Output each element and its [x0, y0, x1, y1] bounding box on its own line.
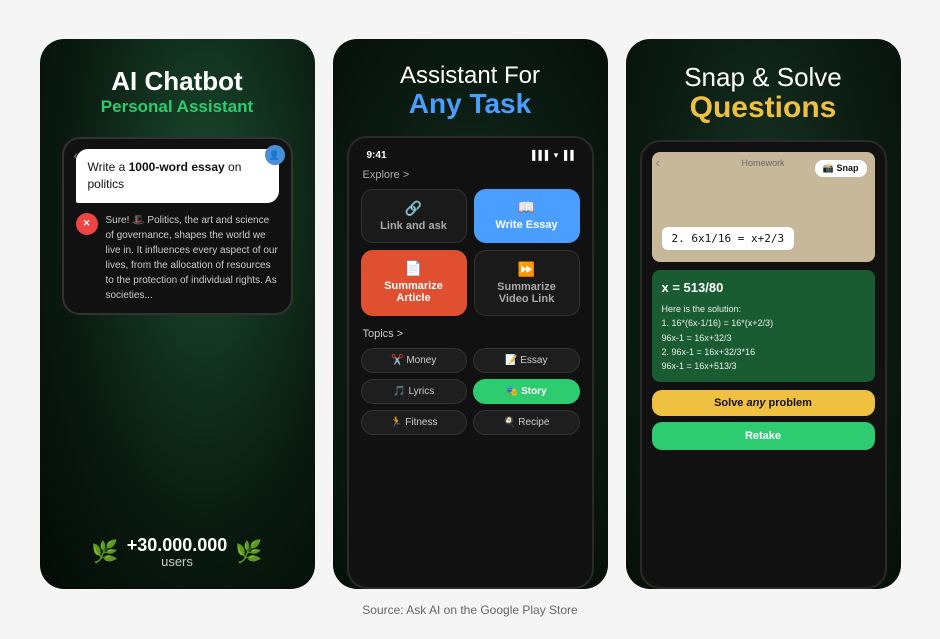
link-ask-label: Link and ask	[380, 220, 447, 232]
users-count: +30.000.000	[127, 535, 228, 556]
math-equation: 2. 6x1/16 = x+2/3	[662, 227, 795, 250]
chat-prompt-bubble: Write a 1000-word essay on politics 👤	[76, 149, 279, 203]
card3-title-line2: Questions	[646, 91, 881, 124]
solution-step-2: 96x-1 = 16x+32/3	[662, 331, 865, 345]
homework-image: 📸 Snap 2. 6x1/16 = x+2/3	[652, 152, 875, 262]
laurel-left-icon: 🌿	[91, 539, 118, 565]
phone-mockup-3: 📸 Snap 2. 6x1/16 = x+2/3 x = 513/80 Here…	[640, 140, 887, 588]
summarize-video-label: Summarize Video Link	[483, 281, 571, 305]
topic-money[interactable]: ✂️ Money	[361, 348, 468, 373]
ai-icon: ✕	[76, 213, 98, 235]
action-summarize-video[interactable]: ⏩ Summarize Video Link	[474, 250, 580, 316]
status-time: 9:41	[367, 150, 387, 161]
topics-row-1: ✂️ Money 📝 Essay	[361, 348, 580, 373]
solution-box: x = 513/80 Here is the solution: 1. 16*(…	[652, 270, 875, 382]
card3-header: Snap & Solve Questions	[626, 39, 901, 141]
card2-title-line2: Any Task	[353, 89, 588, 120]
write-essay-label: Write Essay	[495, 219, 557, 231]
retake-button[interactable]: Retake	[652, 422, 875, 450]
card-assistant-task: Assistant For Any Task 9:41 ▌▌▌ ▾ ▐▐ Exp…	[333, 39, 608, 589]
chat-write-word: Write a	[88, 160, 129, 174]
users-badge: 🌿 +30.000.000 users 🌿	[62, 535, 293, 569]
topic-story[interactable]: 🎭 Story	[473, 379, 580, 404]
card1-subtitle: Personal Assistant	[62, 97, 293, 117]
chat-response: ✕ Sure! 🎩 Politics, the art and science …	[76, 213, 279, 303]
link-icon: 🔗	[405, 200, 422, 217]
card3-title-line1: Snap & Solve	[646, 63, 881, 92]
quick-actions-grid: 🔗 Link and ask 📖 Write Essay 📄 Summarize…	[359, 189, 582, 316]
topics-row-2: 🎵 Lyrics 🎭 Story	[361, 379, 580, 404]
card1-header: AI Chatbot Personal Assistant	[62, 67, 293, 118]
topics-row-3: 🏃 Fitness 🍳 Recipe	[361, 410, 580, 435]
video-icon: ⏩	[518, 261, 535, 278]
phone-mockup-1: Write a 1000-word essay on politics 👤 ✕ …	[62, 137, 293, 315]
response-text: Sure! 🎩 Politics, the art and science of…	[106, 213, 279, 303]
screenshots-container: AI Chatbot Personal Assistant Write a 10…	[10, 19, 931, 597]
status-icons: ▌▌▌ ▾ ▐▐	[532, 150, 573, 161]
summarize-article-label: Summarize Article	[369, 280, 459, 304]
solve-problem-button[interactable]: Solve any problem	[652, 390, 875, 416]
status-bar: 9:41 ▌▌▌ ▾ ▐▐	[359, 148, 582, 163]
solution-step-3: 2. 96x-1 = 16x+32/3*16	[662, 345, 865, 359]
card-ai-chatbot: AI Chatbot Personal Assistant Write a 10…	[40, 39, 315, 589]
solution-step-1: 1. 16*(6x-1/16) = 16*(x+2/3)	[662, 316, 865, 330]
write-icon: 📖	[518, 199, 535, 216]
card2-title-line1: Assistant For	[353, 63, 588, 89]
phone-mockup-2: 9:41 ▌▌▌ ▾ ▐▐ Explore > 🔗 Link and ask 📖…	[347, 136, 594, 589]
topics-grid: ✂️ Money 📝 Essay 🎵 Lyrics 🎭 Story 🏃 Fitn…	[359, 348, 582, 435]
article-icon: 📄	[405, 260, 422, 277]
user-avatar: 👤	[265, 145, 285, 165]
card1-title: AI Chatbot	[62, 67, 293, 96]
solution-answer: x = 513/80	[662, 278, 865, 299]
solution-step-4: 96x-1 = 16x+513/3	[662, 359, 865, 373]
laurel-right-icon: 🌿	[235, 539, 262, 565]
snap-label: 📸 Snap	[815, 160, 867, 177]
explore-label: Explore >	[359, 169, 582, 181]
action-link-ask[interactable]: 🔗 Link and ask	[361, 189, 467, 243]
topic-lyrics[interactable]: 🎵 Lyrics	[361, 379, 468, 404]
topic-fitness[interactable]: 🏃 Fitness	[361, 410, 468, 435]
card2-header: Assistant For Any Task	[333, 39, 608, 136]
card-snap-solve: Snap & Solve Questions 📸 Snap 2. 6x1/16 …	[626, 39, 901, 589]
topic-essay[interactable]: 📝 Essay	[473, 348, 580, 373]
solution-header: Here is the solution:	[662, 302, 865, 316]
action-write-essay[interactable]: 📖 Write Essay	[474, 189, 580, 243]
action-summarize-article[interactable]: 📄 Summarize Article	[361, 250, 467, 316]
users-label: users	[127, 554, 228, 569]
topic-recipe[interactable]: 🍳 Recipe	[473, 410, 580, 435]
topics-label: Topics >	[359, 328, 582, 340]
source-text: Source: Ask AI on the Google Play Store	[362, 603, 577, 621]
